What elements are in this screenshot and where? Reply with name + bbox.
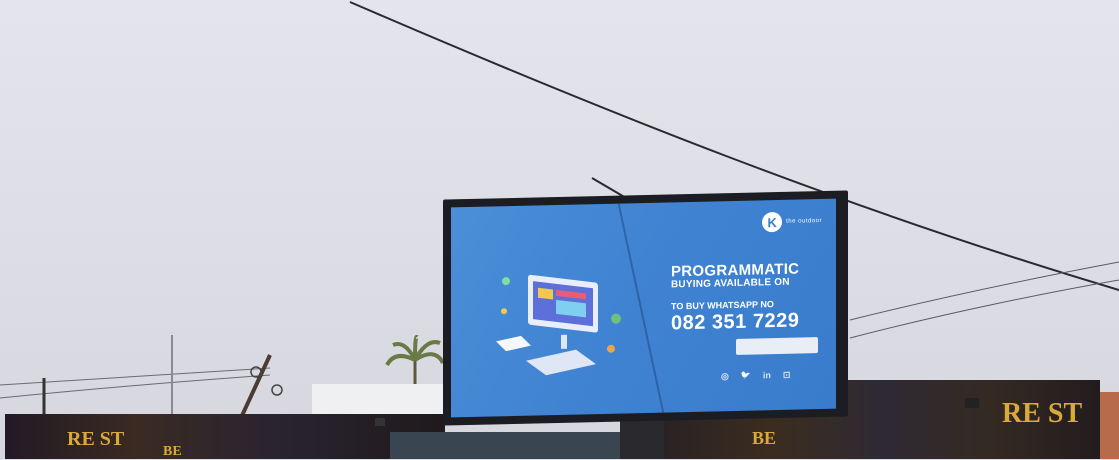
computer-illustration-icon (496, 274, 621, 376)
power-cable-right-1 (849, 261, 1119, 321)
utility-pole (238, 354, 272, 421)
brand-name: the outdoor (786, 217, 822, 225)
billboard-support (620, 415, 664, 459)
ad-button-shape (736, 337, 818, 355)
linkedin-icon: in (762, 370, 771, 381)
brand-logo: K the outdoor (762, 211, 822, 233)
brand-logo-icon: K (762, 211, 783, 233)
billboard-screen: K the outdoor PROGRAMMATIC BUYING AVAILA… (451, 198, 836, 418)
website-icon: ⊡ (782, 369, 791, 380)
power-cable-left-2 (0, 374, 271, 399)
twitter-icon: 🐦 (740, 370, 751, 380)
instagram-icon: ◎ (721, 371, 729, 382)
palm-tree (385, 335, 445, 385)
billboard: K the outdoor PROGRAMMATIC BUYING AVAILA… (443, 190, 848, 426)
social-icons: ◎ 🐦 in ⊡ (721, 370, 790, 383)
left-hoarding-text: RE ST (67, 428, 125, 450)
left-hoarding-mid-text: BE (163, 444, 182, 459)
spotlight-left (375, 418, 385, 426)
spotlight-right (965, 398, 979, 408)
phone-number: 082 351 7229 (671, 309, 800, 335)
power-cable-left-1 (0, 367, 271, 386)
right-hoarding-mid-text: BE (752, 428, 777, 448)
right-hoarding-text: RE ST (1002, 398, 1083, 429)
brick-wall (1100, 392, 1119, 459)
middle-sign (390, 432, 640, 459)
headline-line2: BUYING AVAILABLE ON (671, 276, 790, 291)
street-scene: RE ST BE BE RE ST K the outdoor PROGRAMM… (0, 0, 1119, 459)
insulator-right (271, 384, 283, 396)
billboard-headline: PROGRAMMATIC BUYING AVAILABLE ON TO BUY … (671, 261, 800, 335)
